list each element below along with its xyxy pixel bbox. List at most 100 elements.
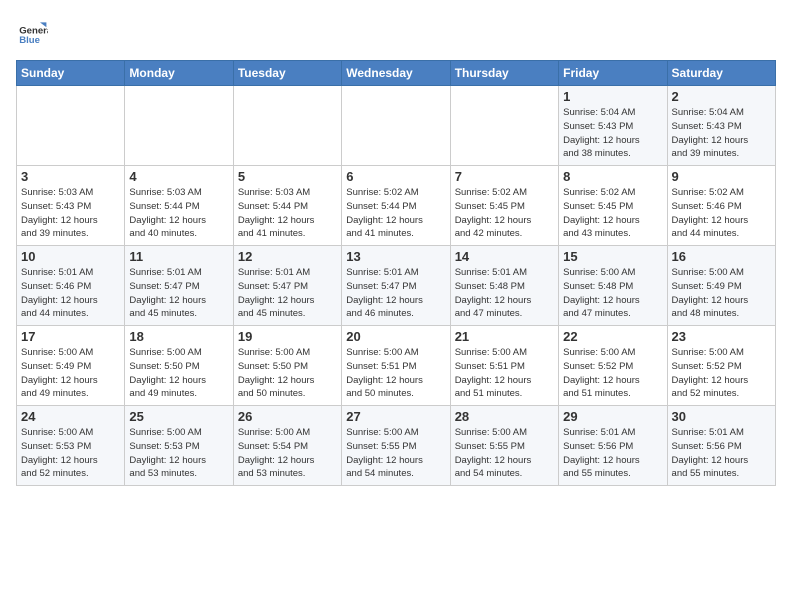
day-info: Sunrise: 5:01 AM Sunset: 5:47 PM Dayligh… [346,266,445,321]
calendar-cell: 2 Sunrise: 5:04 AM Sunset: 5:43 PM Daylig… [667,86,775,166]
day-info: Sunrise: 5:00 AM Sunset: 5:54 PM Dayligh… [238,426,337,481]
day-number: 10 [21,249,120,264]
calendar-cell: 3 Sunrise: 5:03 AM Sunset: 5:43 PM Daylig… [17,166,125,246]
calendar-cell: 22Sunrise: 5:00 AM Sunset: 5:52 PM Dayli… [559,326,667,406]
calendar-week-1: 1 Sunrise: 5:04 AM Sunset: 5:43 PM Daylig… [17,86,776,166]
calendar-cell: 16 Sunrise: 5:00 AM Sunset: 5:49 PM Dayli… [667,246,775,326]
calendar-cell: 21Sunrise: 5:00 AM Sunset: 5:51 PM Dayli… [450,326,558,406]
calendar-cell: 27 Sunrise: 5:00 AM Sunset: 5:55 PM Dayli… [342,406,450,486]
calendar-cell [450,86,558,166]
day-info: Sunrise: 5:00 AM Sunset: 5:53 PM Dayligh… [21,426,120,481]
day-number: 13 [346,249,445,264]
calendar-cell: 15 Sunrise: 5:00 AM Sunset: 5:48 PM Dayli… [559,246,667,326]
calendar-cell: 17 Sunrise: 5:00 AM Sunset: 5:49 PM Dayli… [17,326,125,406]
calendar-cell: 4 Sunrise: 5:03 AM Sunset: 5:44 PM Daylig… [125,166,233,246]
calendar-cell: 23 Sunrise: 5:00 AM Sunset: 5:52 PM Dayli… [667,326,775,406]
day-number: 15 [563,249,662,264]
calendar-week-4: 17 Sunrise: 5:00 AM Sunset: 5:49 PM Dayli… [17,326,776,406]
calendar-cell: 5 Sunrise: 5:03 AM Sunset: 5:44 PM Daylig… [233,166,341,246]
day-number: 25 [129,409,228,424]
day-info: Sunrise: 5:00 AM Sunset: 5:50 PM Dayligh… [129,346,228,401]
day-number: 30 [672,409,771,424]
day-number: 5 [238,169,337,184]
calendar-cell: 29 Sunrise: 5:01 AM Sunset: 5:56 PM Dayli… [559,406,667,486]
weekday-header-monday: Monday [125,61,233,86]
day-info: Sunrise: 5:00 AM Sunset: 5:55 PM Dayligh… [346,426,445,481]
day-number: 11 [129,249,228,264]
day-number: 12 [238,249,337,264]
day-info: Sunrise: 5:00 AM Sunset: 5:51 PM Dayligh… [346,346,445,401]
day-info: Sunrise: 5:01 AM Sunset: 5:47 PM Dayligh… [129,266,228,321]
page-header: General Blue [16,16,776,48]
weekday-header-sunday: Sunday [17,61,125,86]
day-info: Sunrise: 5:04 AM Sunset: 5:43 PM Dayligh… [672,106,771,161]
day-info: Sunrise: 5:01 AM Sunset: 5:46 PM Dayligh… [21,266,120,321]
day-info: Sunrise: 5:02 AM Sunset: 5:45 PM Dayligh… [455,186,554,241]
calendar-cell: 11 Sunrise: 5:01 AM Sunset: 5:47 PM Dayli… [125,246,233,326]
calendar-cell: 1 Sunrise: 5:04 AM Sunset: 5:43 PM Daylig… [559,86,667,166]
calendar-cell: 24 Sunrise: 5:00 AM Sunset: 5:53 PM Dayli… [17,406,125,486]
calendar-cell: 9 Sunrise: 5:02 AM Sunset: 5:46 PM Daylig… [667,166,775,246]
day-info: Sunrise: 5:00 AM Sunset: 5:52 PM Dayligh… [563,346,662,401]
day-number: 26 [238,409,337,424]
calendar-body: 1 Sunrise: 5:04 AM Sunset: 5:43 PM Daylig… [17,86,776,486]
day-number: 23 [672,329,771,344]
day-number: 24 [21,409,120,424]
calendar-cell: 26 Sunrise: 5:00 AM Sunset: 5:54 PM Dayli… [233,406,341,486]
calendar-cell: 8 Sunrise: 5:02 AM Sunset: 5:45 PM Daylig… [559,166,667,246]
weekday-header-saturday: Saturday [667,61,775,86]
day-number: 17 [21,329,120,344]
day-info: Sunrise: 5:01 AM Sunset: 5:48 PM Dayligh… [455,266,554,321]
weekday-header-tuesday: Tuesday [233,61,341,86]
calendar-cell: 7 Sunrise: 5:02 AM Sunset: 5:45 PM Daylig… [450,166,558,246]
calendar-cell: 30 Sunrise: 5:01 AM Sunset: 5:56 PM Dayli… [667,406,775,486]
day-info: Sunrise: 5:00 AM Sunset: 5:49 PM Dayligh… [672,266,771,321]
day-info: Sunrise: 5:00 AM Sunset: 5:51 PM Dayligh… [455,346,554,401]
day-number: 19 [238,329,337,344]
calendar-cell [342,86,450,166]
day-info: Sunrise: 5:00 AM Sunset: 5:55 PM Dayligh… [455,426,554,481]
day-number: 6 [346,169,445,184]
day-info: Sunrise: 5:04 AM Sunset: 5:43 PM Dayligh… [563,106,662,161]
day-number: 3 [21,169,120,184]
calendar-cell: 19 Sunrise: 5:00 AM Sunset: 5:50 PM Dayli… [233,326,341,406]
day-info: Sunrise: 5:03 AM Sunset: 5:43 PM Dayligh… [21,186,120,241]
logo-icon: General Blue [16,16,48,48]
calendar-cell: 25Sunrise: 5:00 AM Sunset: 5:53 PM Dayli… [125,406,233,486]
day-number: 8 [563,169,662,184]
calendar-cell: 12 Sunrise: 5:01 AM Sunset: 5:47 PM Dayli… [233,246,341,326]
calendar-cell: 10 Sunrise: 5:01 AM Sunset: 5:46 PM Dayli… [17,246,125,326]
day-info: Sunrise: 5:01 AM Sunset: 5:56 PM Dayligh… [672,426,771,481]
day-number: 27 [346,409,445,424]
calendar-week-3: 10 Sunrise: 5:01 AM Sunset: 5:46 PM Dayli… [17,246,776,326]
calendar-cell: 28 Sunrise: 5:00 AM Sunset: 5:55 PM Dayli… [450,406,558,486]
day-number: 14 [455,249,554,264]
day-info: Sunrise: 5:02 AM Sunset: 5:46 PM Dayligh… [672,186,771,241]
calendar-cell: 20 Sunrise: 5:00 AM Sunset: 5:51 PM Dayli… [342,326,450,406]
day-info: Sunrise: 5:02 AM Sunset: 5:44 PM Dayligh… [346,186,445,241]
calendar-cell [125,86,233,166]
day-info: Sunrise: 5:03 AM Sunset: 5:44 PM Dayligh… [129,186,228,241]
calendar-cell [17,86,125,166]
day-number: 1 [563,89,662,104]
day-info: Sunrise: 5:03 AM Sunset: 5:44 PM Dayligh… [238,186,337,241]
day-info: Sunrise: 5:00 AM Sunset: 5:49 PM Dayligh… [21,346,120,401]
calendar-week-5: 24 Sunrise: 5:00 AM Sunset: 5:53 PM Dayli… [17,406,776,486]
day-number: 4 [129,169,228,184]
day-info: Sunrise: 5:01 AM Sunset: 5:56 PM Dayligh… [563,426,662,481]
day-number: 16 [672,249,771,264]
day-number: 29 [563,409,662,424]
day-number: 20 [346,329,445,344]
day-info: Sunrise: 5:00 AM Sunset: 5:50 PM Dayligh… [238,346,337,401]
day-number: 28 [455,409,554,424]
day-info: Sunrise: 5:00 AM Sunset: 5:52 PM Dayligh… [672,346,771,401]
calendar-cell: 18Sunrise: 5:00 AM Sunset: 5:50 PM Dayli… [125,326,233,406]
day-info: Sunrise: 5:02 AM Sunset: 5:45 PM Dayligh… [563,186,662,241]
day-number: 2 [672,89,771,104]
day-number: 9 [672,169,771,184]
day-info: Sunrise: 5:01 AM Sunset: 5:47 PM Dayligh… [238,266,337,321]
calendar-table: SundayMondayTuesdayWednesdayThursdayFrid… [16,60,776,486]
svg-text:Blue: Blue [19,35,40,46]
day-info: Sunrise: 5:00 AM Sunset: 5:48 PM Dayligh… [563,266,662,321]
day-number: 7 [455,169,554,184]
